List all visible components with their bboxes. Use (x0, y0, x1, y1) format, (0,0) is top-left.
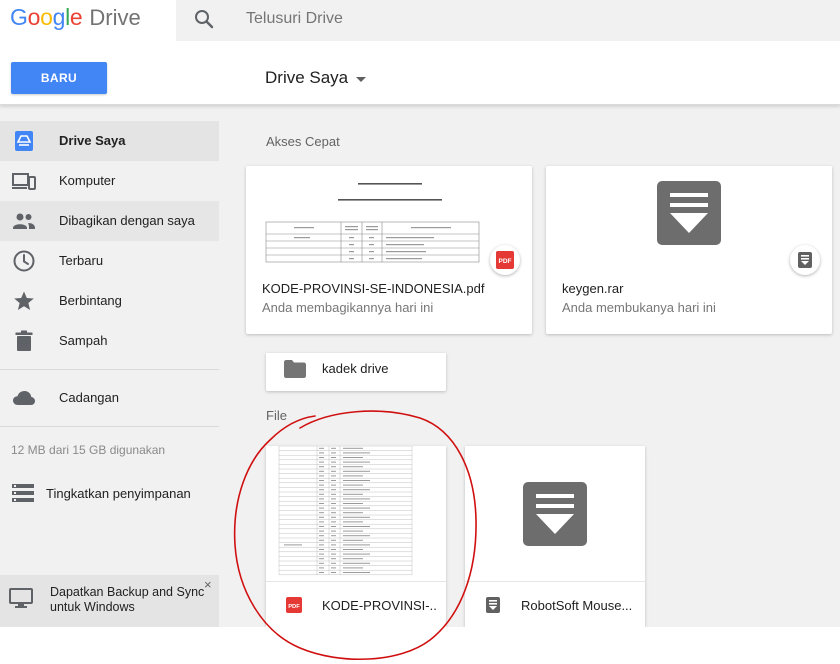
file-card[interactable]: PDF KODE-PROVINSI-... (266, 446, 446, 627)
new-button[interactable]: BARU (11, 62, 107, 94)
top-bar: Google Drive (0, 0, 840, 41)
archive-badge-icon (798, 252, 812, 268)
close-icon[interactable]: × (204, 578, 212, 591)
star-icon (14, 291, 34, 310)
sidebar-item-my-drive[interactable]: Drive Saya (0, 121, 219, 161)
pdf-icon-text: PDF (288, 604, 300, 610)
upgrade-storage-label: Tingkatkan penyimpanan (46, 486, 191, 501)
sidebar-item-starred[interactable]: Berbintang (0, 281, 219, 321)
logo-letter: G (10, 4, 28, 30)
folder-name: kadek drive (322, 361, 389, 376)
trash-icon (15, 330, 33, 351)
desktop-computer-icon (9, 588, 33, 608)
document-table-preview (278, 446, 413, 576)
sidebar-item-computers[interactable]: Komputer (0, 161, 219, 201)
quick-access-card[interactable]: PDF KODE-PROVINSI-SE-INDONESIA.pdf Anda … (246, 166, 532, 334)
pdf-file-icon: PDF (286, 597, 302, 613)
page-title: Drive Saya (265, 68, 349, 87)
pdf-type-badge: PDF (490, 245, 520, 275)
archive-preview-thumbnail (465, 446, 645, 582)
quick-access-file-name: keygen.rar (562, 281, 624, 296)
sidebar-item-trash[interactable]: Sampah (0, 321, 219, 361)
quick-access-file-name: KODE-PROVINSI-SE-INDONESIA.pdf (262, 281, 485, 296)
main-content: Akses Cepat PDF KODE-PROVINSI-SE-INDONES… (246, 105, 840, 627)
pdf-preview-thumbnail (246, 166, 532, 270)
file-card[interactable]: RobotSoft Mouse... (465, 446, 645, 627)
my-drive-icon (15, 131, 33, 151)
pdf-badge-text: PDF (499, 258, 512, 265)
cloud-icon (13, 391, 35, 405)
logo-product-name: Drive (89, 5, 141, 30)
sidebar-divider (0, 426, 219, 427)
archive-icon (657, 181, 721, 245)
archive-type-badge (790, 245, 820, 275)
sidebar-item-label: Berbintang (59, 293, 122, 308)
quick-access-label: Akses Cepat (266, 134, 340, 149)
computer-icon (12, 173, 36, 190)
quick-access-file-reason: Anda membagikannya hari ini (262, 300, 434, 315)
file-name: RobotSoft Mouse... (521, 598, 633, 613)
sidebar-item-backups[interactable]: Cadangan (0, 378, 219, 418)
sidebar-item-recent[interactable]: Terbaru (0, 241, 219, 281)
bottom-blank-area (0, 627, 840, 664)
logo-letter: o (40, 4, 53, 30)
caret-down-icon (356, 76, 367, 82)
pdf-preview-thumbnail (266, 446, 446, 582)
sidebar-item-label: Drive Saya (59, 133, 126, 148)
sidebar-item-shared-with-me[interactable]: Dibagikan dengan saya (0, 201, 219, 241)
pdf-icon: PDF (496, 251, 514, 269)
action-bar: BARU Drive Saya (0, 41, 840, 105)
storage-usage-text: 12 MB dari 15 GB digunakan (11, 443, 166, 457)
backup-promo-text: Dapatkan Backup and Sync untuk Windows (50, 585, 205, 614)
folder-item[interactable]: kadek drive (266, 353, 446, 391)
clock-icon (13, 250, 35, 272)
sidebar-item-label: Sampah (59, 333, 108, 348)
storage-icon (12, 484, 34, 502)
archive-file-icon (486, 597, 500, 613)
archive-preview-thumbnail (546, 166, 832, 270)
files-section-label: File (266, 408, 287, 423)
logo-letter: e (69, 4, 83, 30)
drive-title-dropdown[interactable]: Drive Saya (265, 66, 367, 90)
quick-access-card[interactable]: keygen.rar Anda membukanya hari ini (546, 166, 832, 334)
sidebar-item-label: Terbaru (59, 253, 104, 268)
sidebar-item-label: Komputer (59, 173, 116, 188)
backup-sync-promo[interactable]: Dapatkan Backup and Sync untuk Windows × (0, 575, 219, 627)
archive-icon (523, 482, 587, 546)
sidebar-item-label: Dibagikan dengan saya (59, 213, 195, 228)
sidebar-divider (0, 369, 219, 370)
quick-access-file-reason: Anda membukanya hari ini (562, 300, 716, 315)
search-bar[interactable] (176, 0, 840, 41)
search-icon[interactable] (192, 7, 216, 31)
document-preview (265, 183, 480, 263)
folder-icon (284, 360, 306, 378)
upgrade-storage-link[interactable]: Tingkatkan penyimpanan (0, 477, 219, 509)
logo-letter: o (27, 4, 41, 30)
google-drive-logo[interactable]: Google Drive (10, 4, 141, 34)
file-name: KODE-PROVINSI-... (322, 598, 438, 613)
shared-people-icon (13, 213, 35, 229)
search-input[interactable] (246, 6, 806, 32)
sidebar-item-label: Cadangan (59, 390, 119, 405)
logo-letter: g (52, 4, 66, 30)
sidebar: Drive Saya Komputer Dibagikan dengan say… (0, 105, 246, 627)
